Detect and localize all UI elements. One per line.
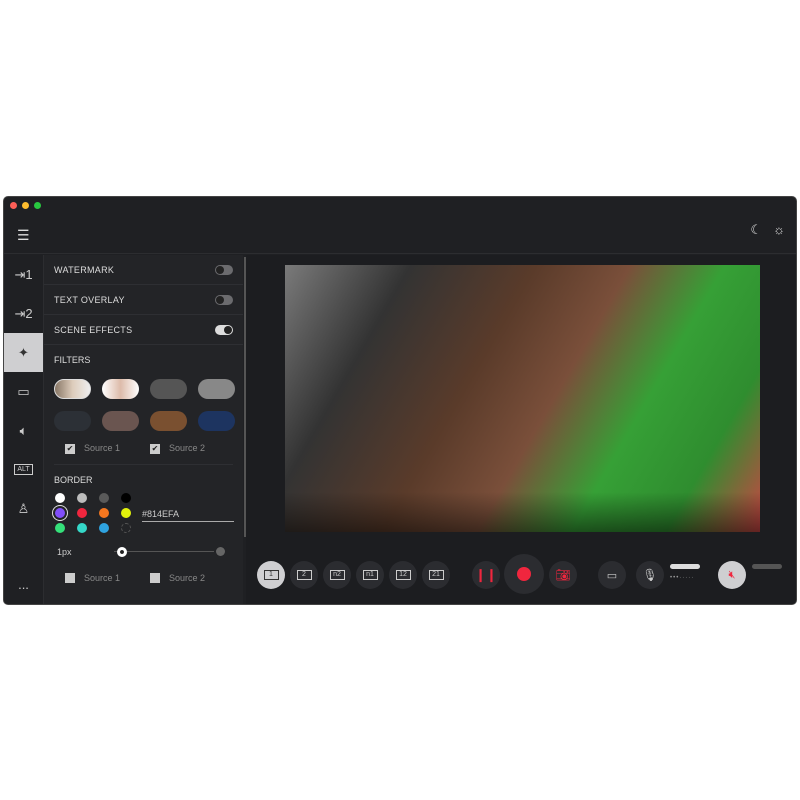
mic-volume-slider[interactable] [670,564,700,569]
layout-icon: 1 [263,570,279,580]
alt-icon[interactable]: ALT [4,450,43,489]
filter-grid [44,365,243,431]
filter-thumbnail[interactable] [102,379,139,399]
filter-thumbnail-locked[interactable] [102,411,139,431]
speaker-mute-button[interactable]: 🔇︎ [718,561,746,589]
border-heading: BORDER [54,474,93,485]
hamburger-icon[interactable]: ☰ [17,227,30,244]
pause-button[interactable]: ❙❙ [472,561,500,589]
text-overlay-row: TEXT OVERLAY [44,285,243,315]
color-swatch[interactable] [121,492,131,503]
layout-icon: n2 [329,570,345,580]
minimize-window-button[interactable] [22,202,29,209]
layout-icon: 2 [296,570,312,580]
moon-icon[interactable]: ☾ [750,222,762,238]
border-source-1-checkbox[interactable]: Source 1 [65,573,120,584]
magic-wand-icon[interactable]: ✦ [4,333,43,372]
maximize-window-button[interactable] [34,202,41,209]
record-button[interactable] [504,554,544,594]
color-swatch[interactable] [77,507,87,518]
watermark-toggle[interactable] [215,264,233,275]
border-width-slider-handle[interactable] [117,546,127,557]
text-overlay-toggle[interactable] [215,294,233,305]
filter-source-1-checkbox[interactable]: ✔ Source 1 [65,443,120,454]
border-width-row: 1px [44,539,243,565]
sidebar-rail: ⇥1 ⇥2 ✦ ▭ 🔈︎ ALT ♙ ... [4,255,43,604]
source-label: Source 1 [84,572,121,583]
color-swatch[interactable] [99,507,109,518]
layout-button-4[interactable]: n1 [356,561,384,589]
source-label: Source 2 [169,572,206,583]
border-width-label: 1px [57,546,72,557]
layout-button-6[interactable]: 21 [422,561,450,589]
source-label: Source 2 [169,443,206,453]
scene-effects-row: SCENE EFFECTS [44,315,243,345]
preview-stage: 1 2 n2 n1 12 21 ❙❙ 📷︎ ▭ 🎙︎ •••····· 🔇︎ [246,255,796,604]
source-label: Source 1 [84,443,121,453]
close-window-button[interactable] [10,202,17,209]
filter-thumbnail-locked[interactable] [198,411,235,431]
camera-icon[interactable]: ▭ [4,372,43,411]
color-swatch[interactable] [77,492,87,503]
layout-icon: n1 [362,570,378,580]
layout-icon: 12 [395,570,411,580]
microphone-button[interactable]: 🎙︎ [636,561,664,589]
sun-icon[interactable]: ☼ [773,222,785,237]
text-overlay-label: TEXT OVERLAY [54,294,125,305]
filters-heading: FILTERS [54,355,91,365]
border-source-2-checkbox[interactable]: Source 2 [150,573,205,584]
watermark-row: WATERMARK [44,255,243,285]
border-colors: #814EFA [44,485,243,533]
filter-sources: ✔ Source 1 ✔ Source 2 [54,431,233,465]
border-sources: Source 1 Source 2 [44,565,243,584]
color-swatch[interactable] [99,522,109,533]
effects-panel: WATERMARK TEXT OVERLAY SCENE EFFECTS FIL… [43,255,243,604]
user-icon[interactable]: ♙ [4,489,43,528]
more-icon[interactable]: ... [4,565,43,604]
mic-level-meter: •••····· [670,575,695,581]
input-1-icon[interactable]: ⇥1 [4,255,43,294]
layout-button-5[interactable]: 12 [389,561,417,589]
filter-thumbnail-locked[interactable] [150,379,187,399]
hex-color-input[interactable]: #814EFA [142,509,234,522]
scene-effects-label: SCENE EFFECTS [54,324,133,335]
border-width-track [114,550,214,552]
layout-icon: 21 [428,570,444,580]
slider-max-dot [216,546,225,556]
speaker-volume-slider[interactable] [752,564,782,569]
color-swatch[interactable] [77,522,87,533]
filter-thumbnail-locked[interactable] [198,379,235,399]
watermark-label: WATERMARK [54,264,115,275]
record-icon [517,567,531,581]
color-swatch[interactable] [121,522,131,533]
header: ☰ ☾ ☼ [4,213,796,254]
layout-button-1[interactable]: 1 [257,561,285,589]
screenshot-button[interactable]: 📷︎ [549,561,577,589]
camera-preview [285,265,760,532]
layout-button-3[interactable]: n2 [323,561,351,589]
filter-source-2-checkbox[interactable]: ✔ Source 2 [150,443,205,454]
filter-thumbnail[interactable] [54,379,91,399]
speaker-icon[interactable]: 🔈︎ [4,411,43,450]
folder-button[interactable]: ▭ [598,561,626,589]
color-swatch[interactable] [121,507,131,518]
scene-effects-toggle[interactable] [215,324,233,335]
input-2-icon[interactable]: ⇥2 [4,294,43,333]
layout-button-2[interactable]: 2 [290,561,318,589]
color-swatch[interactable] [99,492,109,503]
filter-thumbnail-locked[interactable] [54,411,91,431]
color-swatch[interactable] [55,522,65,533]
alt-label: ALT [14,464,33,475]
app-window: ☰ ☾ ☼ ⇥1 ⇥2 ✦ ▭ 🔈︎ ALT ♙ ... WATERMARK T… [3,196,797,605]
filter-thumbnail-locked[interactable] [150,411,187,431]
color-swatch[interactable] [55,492,65,503]
color-swatch[interactable] [55,507,65,518]
